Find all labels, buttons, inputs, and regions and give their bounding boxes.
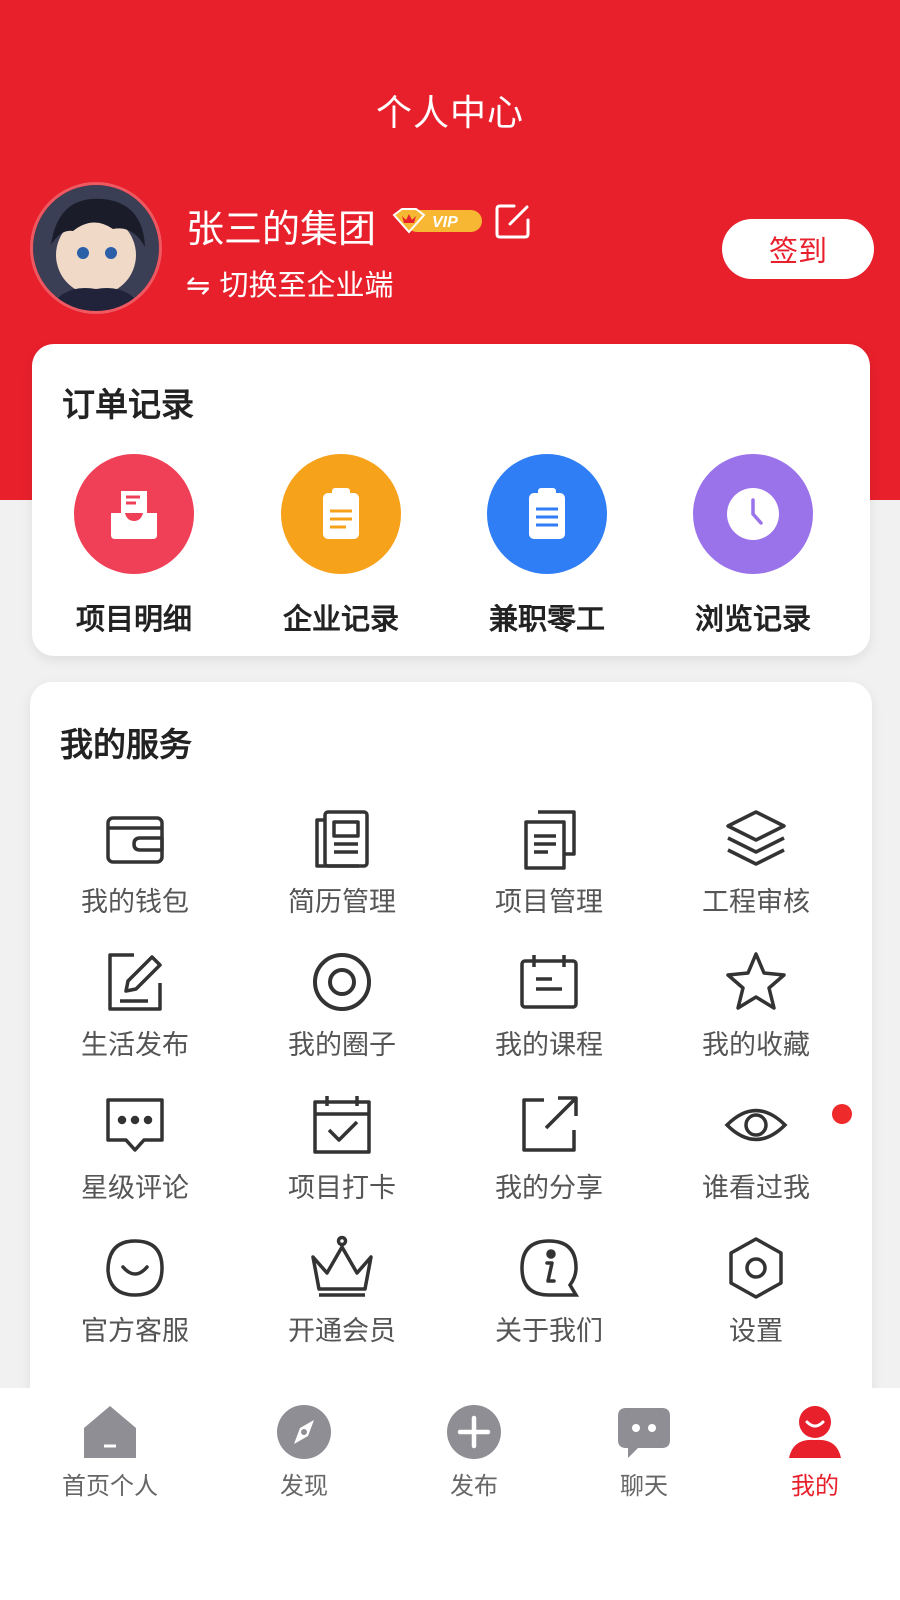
order-item-browse-history[interactable]: 浏览记录 — [658, 454, 848, 638]
service-label: 工程审核 — [702, 887, 810, 918]
profile-icon — [789, 1406, 841, 1458]
plus-icon — [447, 1405, 501, 1459]
order-item-label: 浏览记录 — [694, 602, 811, 636]
service-project-management[interactable]: 项目管理 — [449, 804, 649, 919]
service-label: 生活发布 — [81, 1030, 189, 1061]
chat-icon — [618, 1408, 670, 1458]
tab-label: 发布 — [450, 1472, 498, 1500]
clipboard-icon — [281, 454, 401, 574]
settings-icon — [729, 1237, 783, 1299]
circle-target-icon — [313, 953, 371, 1011]
user-name: 张三的集团 — [186, 207, 377, 251]
vip-badge: VIP — [392, 206, 484, 236]
inbox-icon — [74, 454, 194, 574]
service-wallet[interactable]: 我的钱包 — [35, 804, 235, 919]
service-favorites[interactable]: 我的收藏 — [656, 947, 856, 1062]
service-who-viewed-me[interactable]: 谁看过我 — [656, 1090, 856, 1205]
calendar-icon — [520, 955, 578, 1009]
service-life-post[interactable]: 生活发布 — [35, 947, 235, 1062]
service-my-share[interactable]: 我的分享 — [449, 1090, 649, 1205]
service-open-membership[interactable]: 开通会员 — [242, 1233, 442, 1348]
service-my-circle[interactable]: 我的圈子 — [242, 947, 442, 1062]
service-star-reviews[interactable]: 星级评论 — [35, 1090, 235, 1205]
documents-icon — [524, 810, 576, 870]
tab-label: 我的 — [791, 1472, 839, 1500]
service-label: 项目管理 — [495, 887, 603, 918]
service-my-courses[interactable]: 我的课程 — [449, 947, 649, 1062]
order-item-label: 企业记录 — [282, 602, 399, 636]
wallet-icon — [106, 816, 164, 864]
service-label: 谁看过我 — [702, 1173, 810, 1204]
customer-service-icon — [106, 1239, 164, 1297]
service-label: 关于我们 — [495, 1316, 603, 1347]
service-label: 我的圈子 — [288, 1030, 396, 1061]
tab-chat[interactable]: 聊天 — [564, 1402, 724, 1501]
star-icon — [726, 952, 786, 1010]
eye-icon — [724, 1108, 788, 1142]
switch-to-enterprise-link[interactable]: ⇋ 切换至企业端 — [186, 262, 394, 304]
service-label: 项目打卡 — [288, 1173, 396, 1204]
signin-button[interactable]: 签到 — [722, 219, 874, 279]
tab-home[interactable]: 首页个人 — [30, 1402, 190, 1501]
tab-discover[interactable]: 发现 — [224, 1402, 384, 1501]
service-settings[interactable]: 设置 — [656, 1233, 856, 1348]
tab-label: 发现 — [280, 1472, 328, 1500]
avatar[interactable] — [30, 182, 162, 314]
service-label: 开通会员 — [288, 1316, 396, 1347]
order-item-enterprise-records[interactable]: 企业记录 — [246, 454, 436, 638]
service-label: 我的钱包 — [81, 887, 189, 918]
share-icon — [522, 1096, 578, 1152]
tab-label: 首页个人 — [62, 1472, 158, 1500]
resume-icon — [315, 810, 369, 868]
order-item-part-time[interactable]: 兼职零工 — [452, 454, 642, 638]
page-title: 个人中心 — [375, 93, 524, 134]
clipboard-list-icon — [487, 454, 607, 574]
crown-icon — [311, 1235, 373, 1297]
service-label: 简历管理 — [288, 887, 396, 918]
comment-icon — [106, 1098, 164, 1152]
info-icon — [520, 1239, 580, 1297]
service-label: 官方客服 — [81, 1316, 189, 1347]
service-label: 星级评论 — [81, 1173, 189, 1204]
orders-card: 订单记录 项目明细 企业记录 兼职零工 浏览记录 — [32, 344, 870, 656]
service-project-checkin[interactable]: 项目打卡 — [242, 1090, 442, 1205]
vip-badge-text: VIP — [432, 214, 458, 231]
compass-icon — [277, 1405, 331, 1459]
order-item-project-details[interactable]: 项目明细 — [39, 454, 229, 638]
services-title: 我的服务 — [60, 725, 192, 764]
service-label: 我的课程 — [495, 1030, 603, 1061]
service-about-us[interactable]: 关于我们 — [449, 1233, 649, 1348]
layers-icon — [726, 810, 786, 866]
order-item-label: 项目明细 — [75, 602, 192, 636]
orders-title: 订单记录 — [62, 385, 194, 424]
tab-label: 聊天 — [620, 1472, 668, 1500]
edit-profile-icon[interactable] — [494, 202, 532, 240]
service-engineering-review[interactable]: 工程审核 — [656, 804, 856, 919]
order-item-label: 兼职零工 — [488, 602, 605, 636]
services-card: 我的服务 我的钱包 简历管理 项目管理 工程审核 生活发布 我的圈子 我的课程 … — [30, 682, 872, 1402]
service-customer-service[interactable]: 官方客服 — [35, 1233, 235, 1348]
clock-icon — [693, 454, 813, 574]
tab-mine[interactable]: 我的 — [735, 1402, 895, 1501]
edit-icon — [108, 953, 162, 1011]
service-label: 设置 — [729, 1316, 783, 1347]
service-label: 我的分享 — [495, 1173, 603, 1204]
service-label: 我的收藏 — [702, 1030, 810, 1061]
calendar-check-icon — [313, 1096, 371, 1154]
home-icon — [84, 1406, 136, 1458]
bottom-tab-bar: 首页个人 发现 发布 聊天 我的 — [0, 1388, 900, 1600]
service-resume[interactable]: 简历管理 — [242, 804, 442, 919]
tab-publish[interactable]: 发布 — [394, 1402, 554, 1501]
notification-dot — [832, 1104, 852, 1124]
